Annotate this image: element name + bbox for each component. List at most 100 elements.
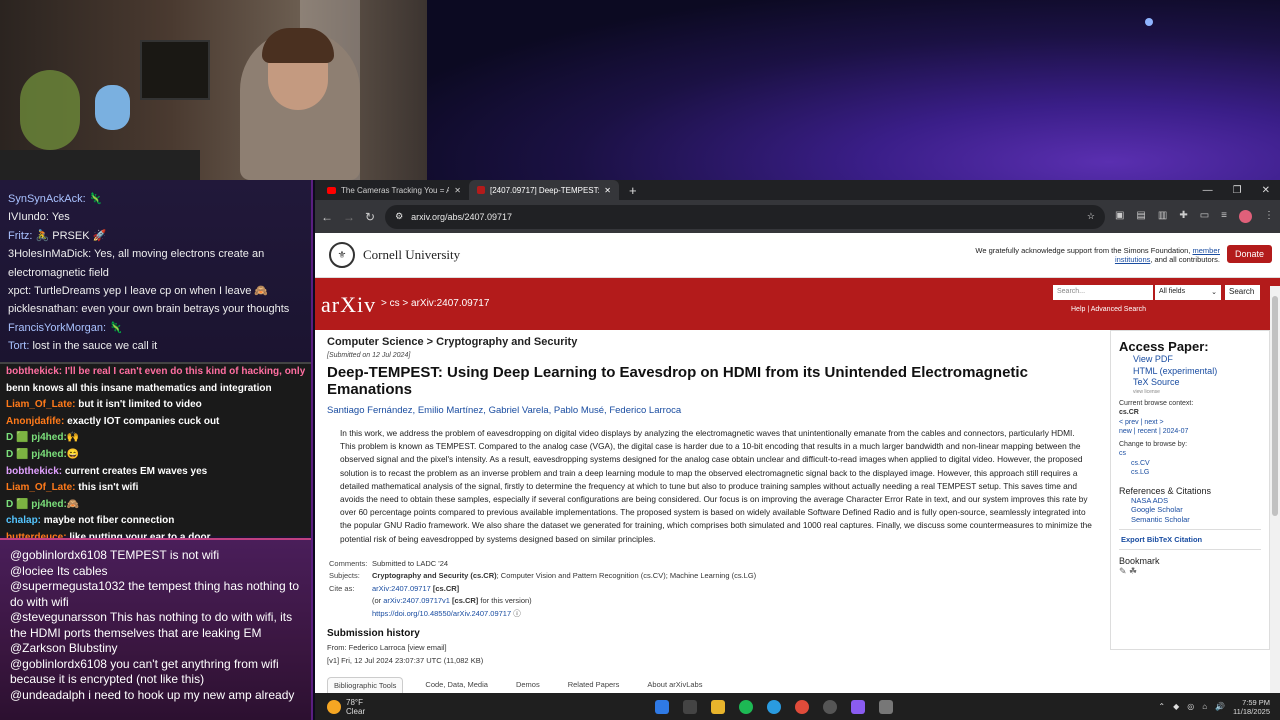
tab-bibliographic-tools[interactable]: Bibliographic Tools (327, 677, 404, 693)
browse-date-links[interactable]: new | recent | 2024-07 (1119, 428, 1188, 435)
chat-username: D 🟩 pj4hed: (6, 498, 67, 510)
tab-code-data-media[interactable]: Code, Data, Media (419, 677, 494, 693)
tab-about-arxivlabs[interactable]: About arXivLabs (641, 677, 708, 693)
browse-cslg-link[interactable]: cs.LG (1131, 469, 1149, 476)
tex-source-link[interactable]: TeX Source (1119, 377, 1261, 389)
chrome-icon[interactable] (795, 699, 809, 714)
semantic-scholar-link[interactable]: Semantic Scholar (1119, 515, 1261, 525)
maximize-icon[interactable]: ❐ (1233, 185, 1242, 196)
search-field-select[interactable]: All fields ⌄ (1155, 285, 1221, 300)
chat-message: chalap: maybe not fiber connection (6, 513, 305, 530)
close-window-icon[interactable]: ✕ (1262, 185, 1270, 196)
obs-icon[interactable] (823, 699, 837, 714)
institution-name[interactable]: Cornell University (363, 247, 460, 263)
settings-icon[interactable] (879, 699, 893, 714)
windows-start-icon[interactable] (655, 699, 669, 714)
tab-related-papers[interactable]: Related Papers (562, 677, 626, 693)
url-field[interactable]: ⚙ arxiv.org/abs/2407.09717 ☆ (385, 204, 1105, 229)
extension-icon[interactable]: ▥ (1158, 210, 1167, 223)
breadcrumb[interactable]: > cs > arXiv:2407.09717 (381, 298, 489, 309)
puzzle-icon[interactable]: ✚ (1179, 210, 1187, 223)
close-icon[interactable]: ✕ (454, 186, 461, 195)
chat-section-top: SynSynAckAck: 🦎 IVIundo: Yes Fritz: 🚴 PR… (0, 180, 311, 362)
new-tab-button[interactable]: + (619, 183, 647, 198)
search-button[interactable]: Search (1225, 285, 1260, 300)
minimize-icon[interactable]: — (1203, 185, 1213, 196)
bookmark-icons[interactable]: ✎ ☘ (1119, 566, 1261, 577)
help-links[interactable]: Help | Advanced Search (1071, 306, 1146, 313)
spotify-icon[interactable] (739, 699, 753, 714)
chat-message: xpct: TurtleDreams yep I leave cp on whe… (8, 282, 303, 300)
chat-reply: @undeadalph i need to hook up my new amp… (10, 687, 295, 702)
view-pdf-link[interactable]: View PDF (1119, 354, 1261, 366)
extension-icon[interactable]: ▤ (1136, 210, 1145, 223)
chevron-up-icon[interactable]: ⌃ (1158, 702, 1165, 711)
back-icon[interactable]: ← (321, 210, 333, 224)
chat-text: lost in the sauce we call it (32, 340, 158, 353)
support-tail: , and all contributors. (1150, 255, 1220, 264)
youtube-icon (327, 186, 336, 194)
chat-text: TurtleDreams yep I leave cp on when I le… (34, 285, 269, 298)
subjects-label: Subjects: (329, 571, 360, 581)
app-icon[interactable] (851, 699, 865, 714)
chat-reply: @lociee Its cables (10, 563, 108, 578)
chat-text: current creates EM waves yes (64, 465, 208, 477)
doi-link[interactable]: https://doi.org/10.48550/arXiv.2407.0971… (372, 609, 511, 618)
cite-version-prefix: (or (372, 596, 384, 606)
abstract: In this work, we address the problem of … (340, 428, 1092, 544)
chat-text: maybe not fiber connection (43, 515, 175, 527)
donate-button[interactable]: Donate (1226, 245, 1272, 263)
search-input[interactable]: Search... (1053, 285, 1153, 300)
tab-arxiv[interactable]: [2407.09717] Deep-TEMPEST: U ✕ (469, 180, 619, 200)
network-icon[interactable]: ⌂ (1202, 702, 1207, 711)
star-icon[interactable]: ☆ (1087, 211, 1095, 222)
chat-reply: @stevegunarsson This has nothing to do w… (10, 610, 293, 640)
support-text: We gratefully acknowledge support from t… (975, 246, 1191, 255)
prev-next-links[interactable]: < prev | next > (1119, 419, 1164, 426)
file-explorer-icon[interactable] (711, 699, 725, 714)
volume-icon[interactable]: 🔊 (1215, 702, 1225, 711)
toy-figure (95, 85, 130, 130)
scrollbar[interactable] (1270, 286, 1280, 693)
tab-youtube[interactable]: The Cameras Tracking You = A ✕ (319, 180, 469, 200)
support-notice: We gratefully acknowledge support from t… (950, 246, 1220, 264)
forward-icon[interactable]: → (343, 210, 355, 224)
task-view-icon[interactable] (683, 699, 697, 714)
edge-icon[interactable] (767, 699, 781, 714)
sidebar-icon[interactable]: ▭ (1200, 210, 1209, 223)
metadata-table: Comments: Submitted to LADC '24 Subjects:… (315, 546, 1110, 621)
extension-icon[interactable]: ▣ (1115, 210, 1124, 223)
clock-time: 7:59 PM (1242, 697, 1270, 707)
nasa-ads-link[interactable]: NASA ADS (1119, 496, 1261, 506)
site-info-icon[interactable]: ⚙ (395, 211, 403, 222)
arxiv-logo[interactable]: arXiv (321, 292, 376, 318)
cite-version-link[interactable]: arXiv:2407.09717v1 (383, 596, 450, 605)
downloads-icon[interactable]: ≡ (1221, 210, 1227, 223)
profile-avatar[interactable] (1239, 210, 1252, 223)
google-scholar-link[interactable]: Google Scholar (1119, 505, 1261, 515)
info-icon[interactable]: ⓘ (513, 609, 521, 618)
tray-icon[interactable]: ◎ (1187, 702, 1194, 711)
close-icon[interactable]: ✕ (604, 186, 611, 195)
reload-icon[interactable]: ↻ (365, 210, 375, 224)
chat-message: benn knows all this insane mathematics a… (6, 381, 305, 398)
tab-demos[interactable]: Demos (510, 677, 546, 693)
tray-icon[interactable]: ◆ (1173, 702, 1179, 711)
browse-cscv-link[interactable]: cs.CV (1131, 460, 1150, 467)
cite-version-row: (or arXiv:2407.09717v1 [cs.CR] for this … (329, 595, 1098, 608)
browse-cs-link[interactable]: cs (1119, 450, 1126, 457)
cite-label: Cite as: (329, 583, 355, 593)
scrollbar-thumb[interactable] (1272, 296, 1278, 516)
chat-text: but it isn't limited to video (78, 399, 202, 411)
export-bibtex-link[interactable]: Export BibTeX Citation (1119, 529, 1261, 550)
clock[interactable]: 7:59 PM 11/18/2025 (1233, 698, 1270, 716)
authors-list[interactable]: Santiago Fernández, Emilio Martínez, Gab… (315, 402, 1110, 424)
bookmark-heading: Bookmark (1119, 556, 1160, 566)
view-license-link[interactable]: view license (1119, 389, 1261, 395)
menu-icon[interactable]: ⋮ (1264, 210, 1274, 223)
chat-text: even your own brain betrays your thought… (81, 303, 290, 316)
url-text: arxiv.org/abs/2407.09717 (411, 211, 513, 222)
weather-widget[interactable]: 78°F Clear (315, 698, 655, 716)
cite-link[interactable]: arXiv:2407.09717 (372, 584, 431, 593)
html-link[interactable]: HTML (experimental) (1119, 366, 1261, 378)
